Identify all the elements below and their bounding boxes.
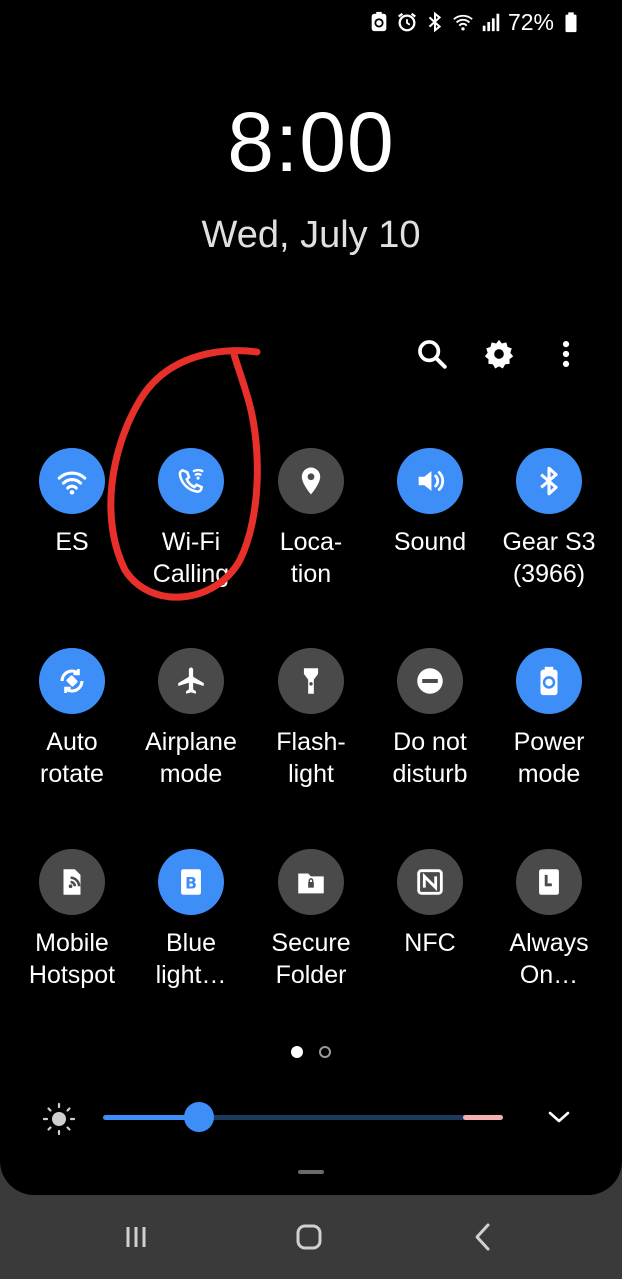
page-dot[interactable] xyxy=(291,1046,303,1058)
home-icon[interactable] xyxy=(287,1215,331,1259)
status-bar: 72% xyxy=(368,8,582,36)
nfc-icon[interactable] xyxy=(397,849,463,915)
location-pin-icon[interactable] xyxy=(278,448,344,514)
tile-label: Gear S3 (3966) xyxy=(502,528,596,588)
tile-label: Loca- tion xyxy=(279,528,343,588)
wifi-icon[interactable] xyxy=(39,448,105,514)
brightness-icon xyxy=(40,1100,78,1138)
quick-tile-speaker[interactable]: Sound xyxy=(371,448,489,558)
clock-date: Wed, July 10 xyxy=(201,214,421,256)
battery-percent: 72% xyxy=(507,8,554,35)
panel-drag-handle[interactable] xyxy=(298,1170,324,1174)
quick-tile-blue-light-filter[interactable]: B Blue light… xyxy=(132,849,250,991)
quick-tile-bluetooth[interactable]: Gear S3 (3966) xyxy=(490,448,608,590)
chevron-down-icon[interactable] xyxy=(544,1102,574,1132)
tile-label: ES xyxy=(55,528,89,556)
page-dot[interactable] xyxy=(319,1046,331,1058)
brightness-high-zone xyxy=(463,1115,503,1120)
recent-apps-icon[interactable] xyxy=(114,1215,158,1259)
quick-tile-location-pin[interactable]: Loca- tion xyxy=(252,448,370,590)
airplane-icon[interactable] xyxy=(158,648,224,714)
quick-tile-power-mode[interactable]: Power mode xyxy=(490,648,608,790)
tile-label: Secure Folder xyxy=(271,929,351,989)
quick-tile-airplane[interactable]: Airplane mode xyxy=(132,648,250,790)
tile-label: Wi-Fi Calling xyxy=(152,528,230,588)
blue-light-filter-icon[interactable]: B xyxy=(158,849,224,915)
navigation-bar xyxy=(0,1195,622,1279)
tile-label: Mobile Hotspot xyxy=(28,929,116,989)
bluetooth-icon[interactable] xyxy=(516,448,582,514)
battery-icon xyxy=(560,11,582,33)
tile-label: Always On… xyxy=(509,929,589,989)
svg-text:B: B xyxy=(185,874,197,892)
quick-tile-wifi[interactable]: ES xyxy=(13,448,131,558)
flashlight-icon[interactable] xyxy=(278,648,344,714)
wifi-icon xyxy=(452,11,474,33)
page-indicator xyxy=(0,1046,622,1058)
speaker-icon[interactable] xyxy=(397,448,463,514)
auto-rotate-icon[interactable] xyxy=(39,648,105,714)
quick-tile-do-not-disturb[interactable]: Do not disturb xyxy=(371,648,489,790)
alarm-icon xyxy=(396,11,418,33)
quick-tile-hotspot[interactable]: Mobile Hotspot xyxy=(13,849,131,991)
always-on-display-icon[interactable] xyxy=(516,849,582,915)
gear-icon[interactable] xyxy=(479,334,519,374)
do-not-disturb-icon[interactable] xyxy=(397,648,463,714)
tile-label: Auto rotate xyxy=(40,728,104,788)
tile-label: Sound xyxy=(393,528,467,556)
quick-settings-panel: 72% 8:00 Wed, July 10 ES Wi-Fi Calling Loc… xyxy=(0,0,622,1195)
quick-tile-wifi-calling[interactable]: Wi-Fi Calling xyxy=(132,448,250,590)
quick-tile-flashlight[interactable]: Flash- light xyxy=(252,648,370,790)
hotspot-icon[interactable] xyxy=(39,849,105,915)
tile-label: NFC xyxy=(404,929,456,957)
tile-label: Airplane mode xyxy=(145,728,237,788)
tile-label: Power mode xyxy=(513,728,585,788)
signal-icon xyxy=(480,11,502,33)
clock-time: 8:00 xyxy=(227,95,395,189)
battery-saver-icon xyxy=(368,11,390,33)
tile-label: Flash- light xyxy=(276,728,346,788)
secure-folder-icon[interactable] xyxy=(278,849,344,915)
bluetooth-icon xyxy=(424,11,446,33)
tile-label: Do not disturb xyxy=(392,728,468,788)
quick-tile-nfc[interactable]: NFC xyxy=(371,849,489,959)
wifi-calling-icon[interactable] xyxy=(158,448,224,514)
more-vert-icon[interactable] xyxy=(546,334,586,374)
quick-tile-always-on-display[interactable]: Always On… xyxy=(490,849,608,991)
back-icon[interactable] xyxy=(462,1215,506,1259)
quick-tile-secure-folder[interactable]: Secure Folder xyxy=(252,849,370,991)
quick-tile-auto-rotate[interactable]: Auto rotate xyxy=(13,648,131,790)
search-icon[interactable] xyxy=(412,334,452,374)
brightness-slider[interactable] xyxy=(103,1102,503,1132)
brightness-thumb[interactable] xyxy=(184,1102,214,1132)
power-mode-icon[interactable] xyxy=(516,648,582,714)
tile-label: Blue light… xyxy=(155,929,227,989)
